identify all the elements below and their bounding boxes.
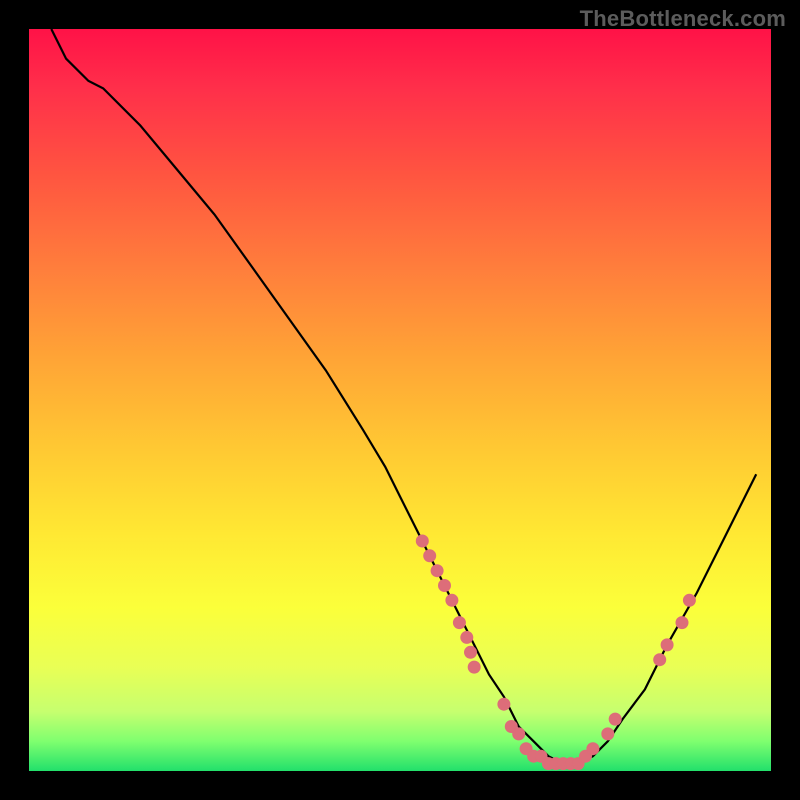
- data-point: [676, 617, 688, 629]
- data-point: [416, 535, 428, 547]
- data-point: [468, 661, 480, 673]
- scatter-layer: [416, 535, 695, 770]
- data-point: [453, 617, 465, 629]
- data-point: [498, 698, 510, 710]
- data-point: [465, 646, 477, 658]
- plot-svg: [29, 29, 771, 771]
- data-point: [424, 550, 436, 562]
- data-point: [513, 728, 525, 740]
- data-point: [609, 713, 621, 725]
- chart-frame: TheBottleneck.com: [0, 0, 800, 800]
- curve-path: [51, 29, 756, 764]
- data-point: [446, 594, 458, 606]
- data-point: [654, 654, 666, 666]
- data-point: [602, 728, 614, 740]
- data-point: [461, 631, 473, 643]
- data-point: [439, 580, 451, 592]
- data-point: [683, 594, 695, 606]
- data-point: [431, 565, 443, 577]
- data-point: [661, 639, 673, 651]
- watermark-text: TheBottleneck.com: [580, 6, 786, 32]
- data-point: [587, 743, 599, 755]
